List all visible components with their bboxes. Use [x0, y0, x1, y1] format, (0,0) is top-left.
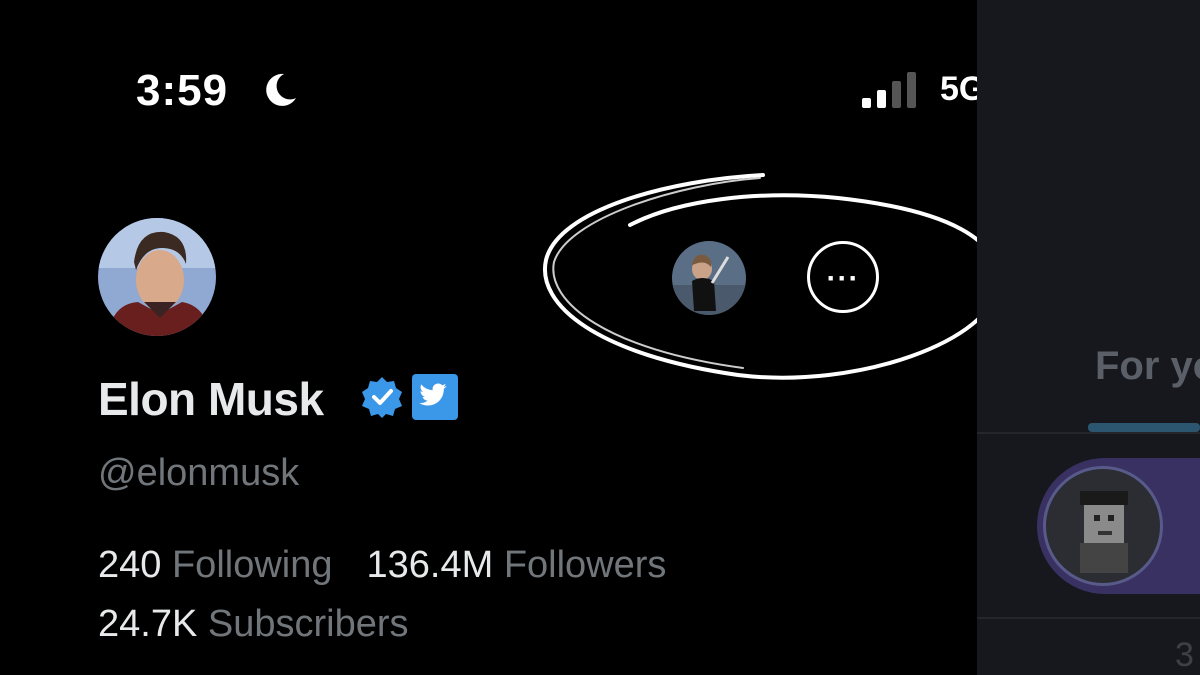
following-label: Following — [171, 544, 333, 586]
following-link[interactable]: 240 Following — [98, 544, 333, 586]
following-count: 240 — [98, 544, 162, 586]
subscribers-row[interactable]: 24.7K Subscribers — [98, 603, 409, 646]
followers-count: 136.4M — [366, 544, 494, 586]
twitter-affiliate-badge[interactable] — [412, 374, 458, 420]
twitter-logo-icon — [419, 383, 447, 406]
subscribers-count: 24.7K — [98, 603, 198, 645]
timeline-count: 3 — [1175, 636, 1194, 674]
highlight-circle-annotation — [542, 173, 1001, 380]
signal-icon — [862, 72, 916, 108]
subscribers-label: Subscribers — [207, 603, 409, 645]
tab-for-you[interactable]: For yo — [1095, 344, 1200, 389]
divider — [977, 432, 1200, 434]
profile-name: Elon Musk — [98, 373, 324, 425]
pixel-face-icon — [1080, 491, 1128, 573]
active-tab-indicator — [1088, 423, 1200, 432]
followers-link[interactable]: 136.4M Followers — [367, 544, 667, 586]
background-timeline-panel: For yo 3 — [977, 0, 1200, 675]
moon-icon — [266, 73, 296, 106]
stats-row: 240 Following 136.4M Followers — [98, 544, 666, 587]
divider — [977, 617, 1200, 619]
followers-label: Followers — [503, 544, 667, 586]
status-time: 3:59 — [136, 66, 229, 115]
profile-avatar[interactable] — [98, 218, 216, 336]
profile-handle: @elonmusk — [98, 452, 300, 494]
verified-badge-icon[interactable] — [360, 375, 404, 419]
avatar-photo — [98, 218, 216, 336]
pixel-avatar — [1043, 466, 1163, 586]
